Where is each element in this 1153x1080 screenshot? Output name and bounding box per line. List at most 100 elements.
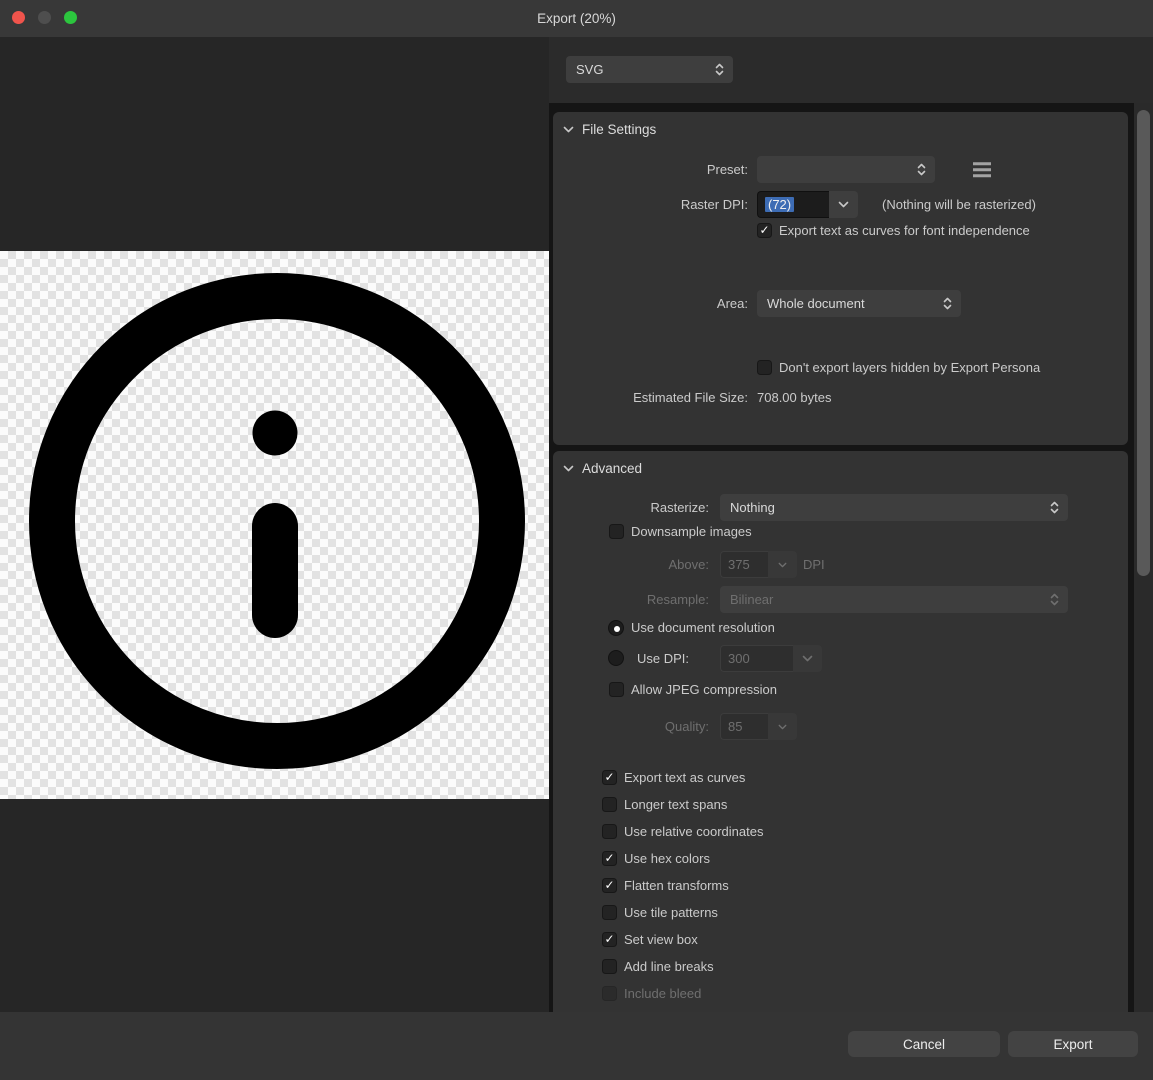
updown-chevron-icon (942, 296, 953, 311)
raster-dpi-selected-text: (72) (765, 197, 794, 212)
above-value: 375 (728, 557, 750, 572)
jpeg-label[interactable]: Allow JPEG compression (631, 682, 777, 697)
hidden-layers-checkbox[interactable] (757, 360, 772, 375)
raster-dpi-label: Raster DPI: (553, 191, 748, 218)
svg-option-label[interactable]: Use tile patterns (624, 905, 718, 920)
quality-input: 85 (720, 713, 768, 740)
curves-font-checkbox-row[interactable]: ✓ Export text as curves for font indepen… (757, 217, 1030, 244)
section-expanded-chevron-icon[interactable] (563, 465, 574, 472)
svg-option-label[interactable]: Include bleed (624, 986, 701, 1001)
cancel-button[interactable]: Cancel (848, 1031, 1000, 1057)
use-doc-resolution-radio[interactable] (608, 620, 624, 636)
jpeg-checkbox-row[interactable]: Allow JPEG compression (609, 676, 777, 703)
curves-font-label[interactable]: Export text as curves for font independe… (779, 223, 1030, 238)
area-row: Area: Whole document (553, 290, 1128, 317)
svg-option-row[interactable]: Include bleed (602, 980, 763, 1007)
raster-dpi-combobox[interactable]: (72) (757, 191, 858, 218)
section-expanded-chevron-icon[interactable] (563, 126, 574, 133)
use-dpi-label[interactable]: Use DPI: (637, 645, 689, 672)
file-settings-header[interactable]: File Settings (563, 122, 656, 137)
downsample-checkbox[interactable] (609, 524, 624, 539)
title-bar: Export (20%) (0, 0, 1153, 37)
quality-combobox: 85 (720, 713, 797, 740)
downsample-checkbox-row[interactable]: Downsample images (609, 518, 752, 545)
updown-chevron-icon (1049, 500, 1060, 515)
downsample-label[interactable]: Downsample images (631, 524, 752, 539)
preset-menu-icon[interactable] (973, 162, 991, 178)
svg-option-label[interactable]: Longer text spans (624, 797, 727, 812)
estimated-size-value: 708.00 bytes (757, 390, 831, 405)
svg-option-checkbox[interactable] (602, 959, 617, 974)
svg-option-row[interactable]: Use relative coordinates (602, 818, 763, 845)
svg-option-label[interactable]: Use relative coordinates (624, 824, 763, 839)
export-dialog: Export (20%) SVG (0, 0, 1153, 1080)
svg-option-label[interactable]: Use hex colors (624, 851, 710, 866)
svg-option-checkbox[interactable] (602, 986, 617, 1001)
svg-option-label[interactable]: Export text as curves (624, 770, 745, 785)
use-doc-resolution-label[interactable]: Use document resolution (631, 620, 775, 635)
svg-option-checkbox[interactable]: ✓ (602, 851, 617, 866)
format-strip: SVG (549, 37, 1153, 103)
advanced-header[interactable]: Advanced (563, 461, 642, 476)
svg-option-label[interactable]: Flatten transforms (624, 878, 729, 893)
svg-option-checkbox[interactable]: ✓ (602, 932, 617, 947)
use-dpi-combobox: 300 (720, 645, 822, 672)
svg-option-checkbox[interactable]: ✓ (602, 878, 617, 893)
preset-label: Preset: (553, 156, 748, 183)
advanced-title: Advanced (582, 461, 642, 476)
resample-dropdown: Bilinear (720, 586, 1068, 613)
svg-option-checkbox[interactable] (602, 905, 617, 920)
hidden-layers-checkbox-row[interactable]: Don't export layers hidden by Export Per… (757, 354, 1040, 381)
svg-option-checkbox[interactable]: ✓ (602, 770, 617, 785)
format-dropdown-value: SVG (576, 62, 603, 77)
svg-option-row[interactable]: ✓ Flatten transforms (602, 872, 763, 899)
info-icon-artwork (0, 251, 549, 799)
above-unit: DPI (803, 557, 825, 572)
raster-dpi-input[interactable]: (72) (757, 191, 829, 218)
above-input: 375 (720, 551, 768, 578)
svg-option-row[interactable]: Use tile patterns (602, 899, 763, 926)
svg-option-checkbox[interactable] (602, 824, 617, 839)
check-icon: ✓ (604, 770, 614, 784)
svg-option-row[interactable]: Add line breaks (602, 953, 763, 980)
curves-font-checkbox[interactable]: ✓ (757, 223, 772, 238)
area-dropdown-value: Whole document (767, 296, 865, 311)
file-settings-title: File Settings (582, 122, 656, 137)
use-dpi-row: Use DPI: 300 (553, 645, 1128, 672)
estimated-size-row: Estimated File Size: 708.00 bytes (553, 384, 1128, 411)
svg-option-label[interactable]: Set view box (624, 932, 698, 947)
raster-dpi-drop-button[interactable] (829, 191, 858, 218)
raster-dpi-note: (Nothing will be rasterized) (882, 197, 1036, 212)
svg-option-row[interactable]: ✓ Use hex colors (602, 845, 763, 872)
document-preview-pane (0, 37, 549, 1012)
above-label: Above: (553, 551, 709, 578)
quality-drop-button (768, 713, 797, 740)
panel-scrollbar[interactable] (1134, 103, 1153, 1012)
resample-row: Resample: Bilinear (553, 586, 1128, 613)
svg-option-label[interactable]: Add line breaks (624, 959, 714, 974)
area-dropdown[interactable]: Whole document (757, 290, 961, 317)
format-dropdown[interactable]: SVG (566, 56, 733, 83)
chevron-down-icon (838, 201, 849, 208)
above-row: Above: 375 DPI (553, 551, 1128, 578)
quality-row: Quality: 85 (553, 713, 1128, 740)
jpeg-checkbox[interactable] (609, 682, 624, 697)
hidden-layers-label[interactable]: Don't export layers hidden by Export Per… (779, 360, 1040, 375)
svg-option-row[interactable]: ✓ Set view box (602, 926, 763, 953)
preset-dropdown[interactable] (757, 156, 935, 183)
chevron-down-icon (802, 655, 813, 662)
quality-label: Quality: (553, 713, 709, 740)
svg-option-row[interactable]: ✓ Export text as curves (602, 764, 763, 791)
file-settings-section: File Settings Preset: Raster DPI: (553, 112, 1128, 445)
use-dpi-value: 300 (728, 651, 750, 666)
chevron-down-icon (778, 562, 787, 568)
resample-dropdown-value: Bilinear (730, 592, 773, 607)
rasterize-dropdown[interactable]: Nothing (720, 494, 1068, 521)
scrollbar-thumb[interactable] (1137, 110, 1150, 576)
export-button[interactable]: Export (1008, 1031, 1138, 1057)
above-drop-button (768, 551, 797, 578)
svg-option-checkbox[interactable] (602, 797, 617, 812)
svg-option-row[interactable]: Longer text spans (602, 791, 763, 818)
use-doc-resolution-radio-row[interactable]: Use document resolution (608, 614, 775, 641)
use-dpi-radio[interactable] (608, 650, 624, 666)
